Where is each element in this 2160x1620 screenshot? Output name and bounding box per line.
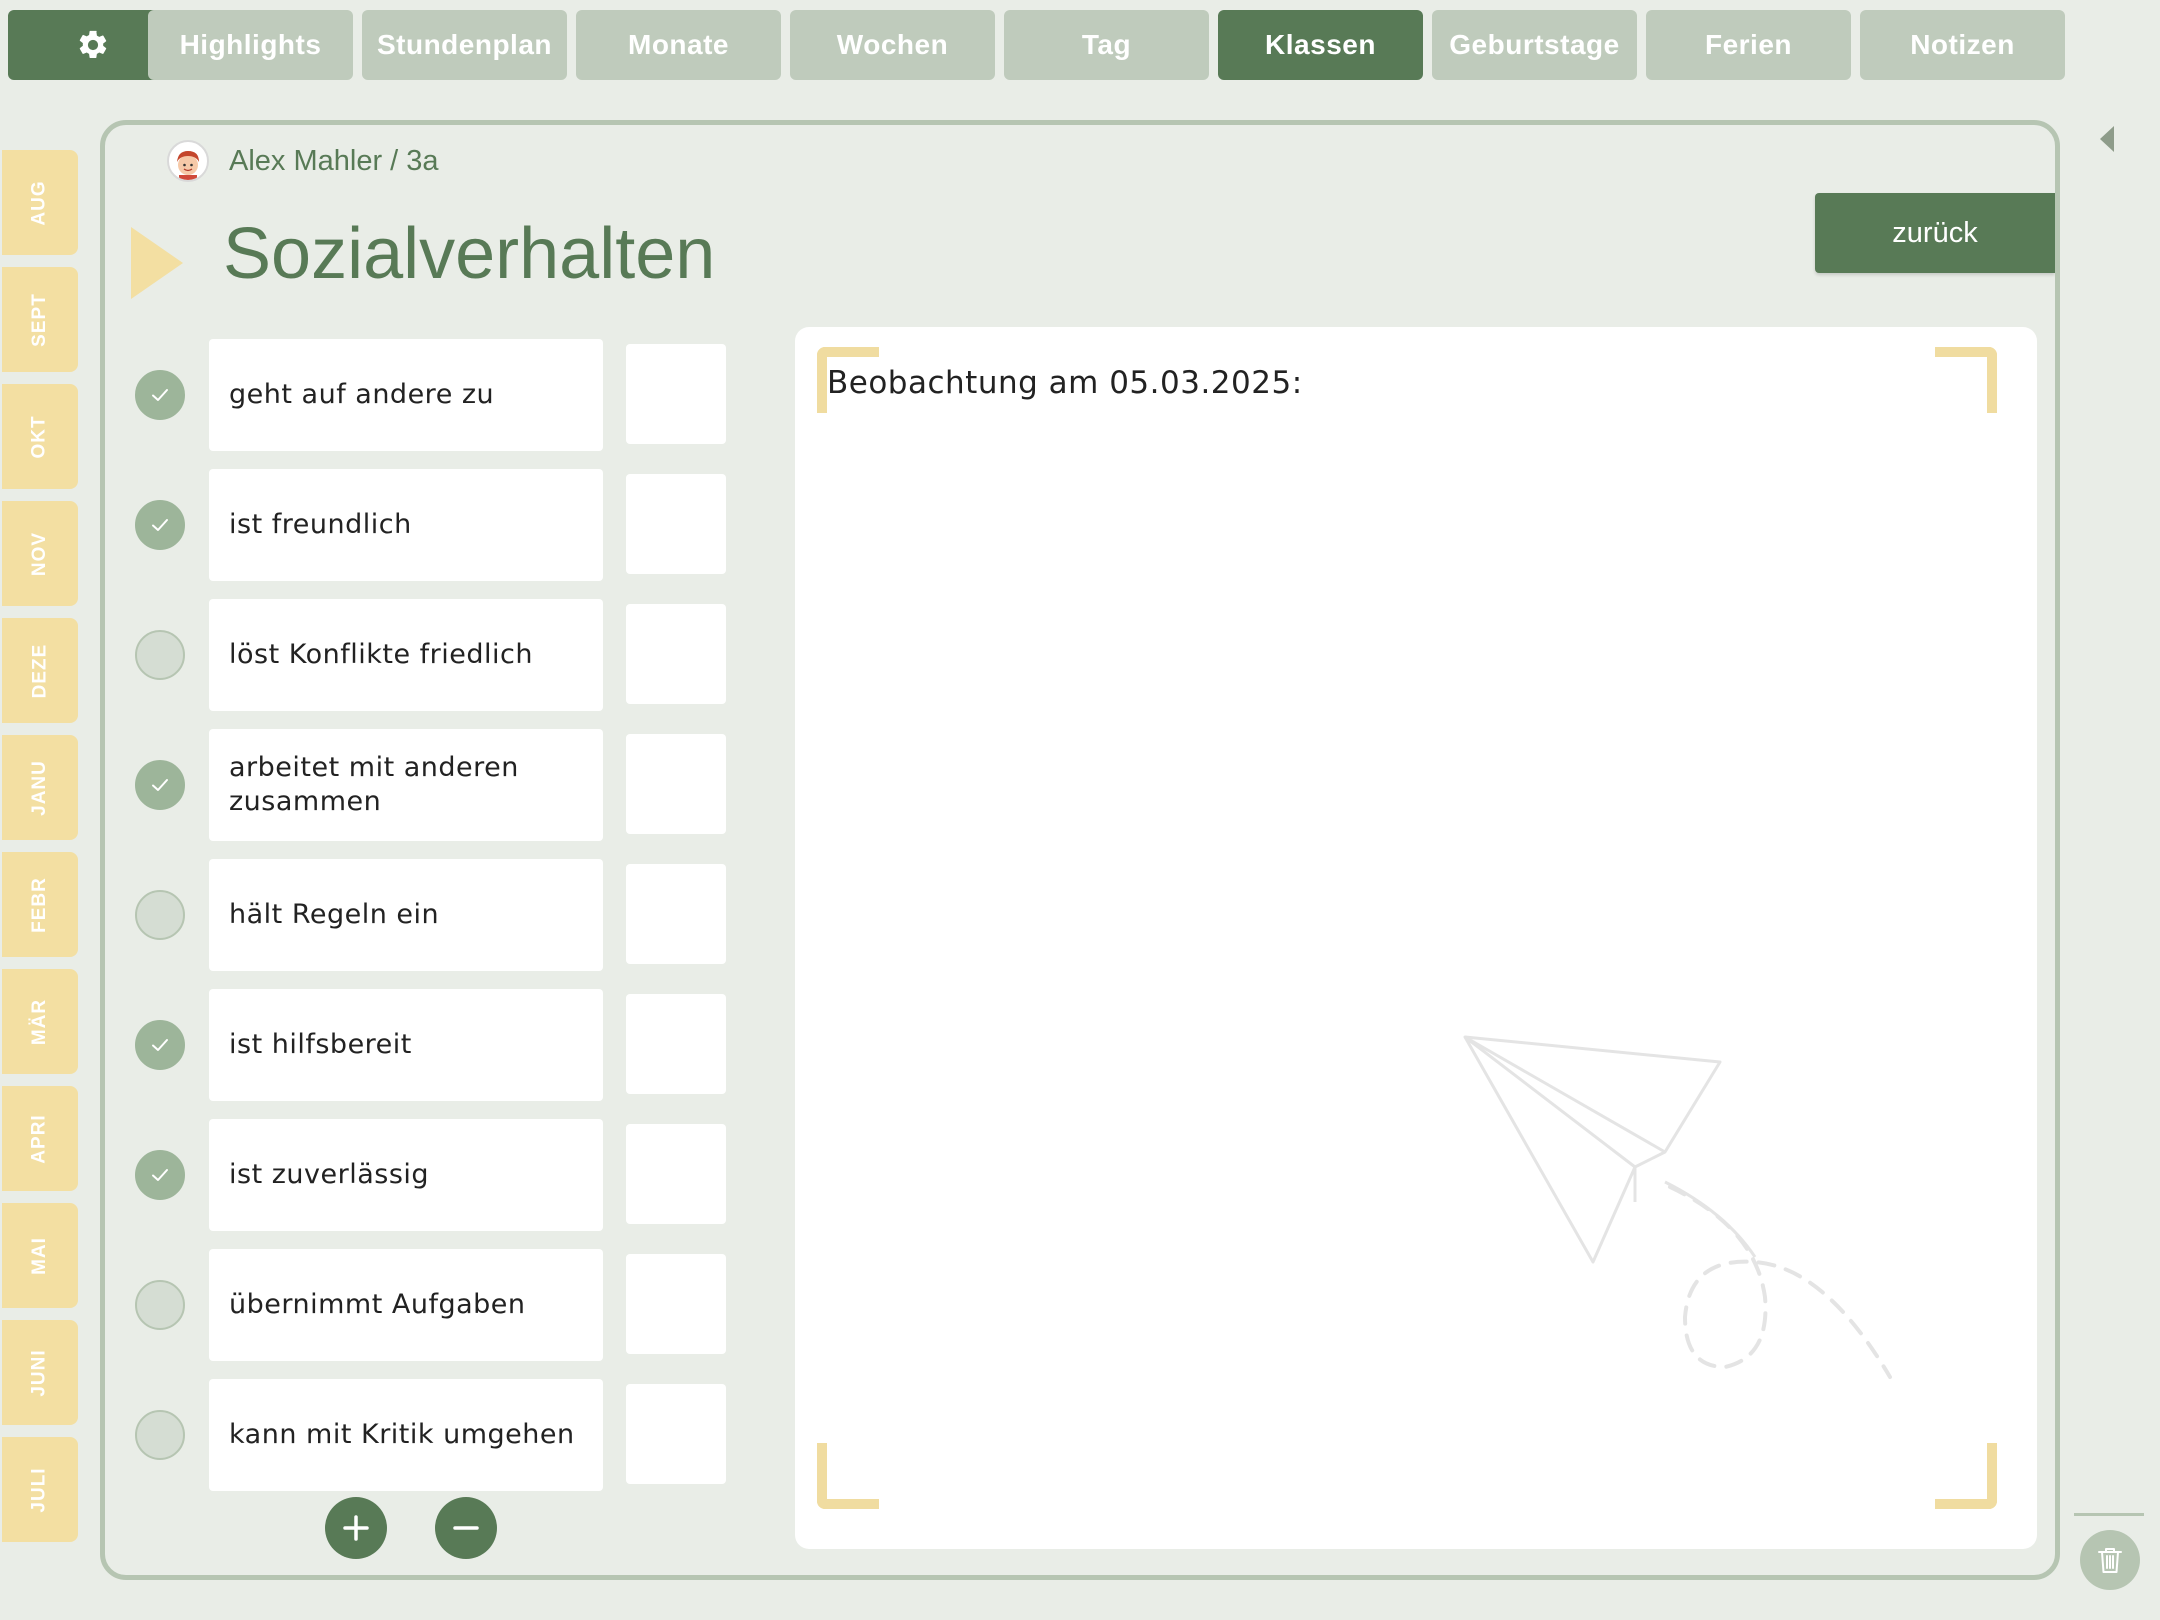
criteria-checkbox[interactable] [135, 890, 185, 940]
criteria-label[interactable]: arbeitet mit anderen zusammen [209, 729, 603, 841]
month-label: AUG [28, 179, 50, 226]
criteria-row: hält Regeln ein [105, 859, 726, 971]
collapse-left-icon[interactable] [2100, 126, 2114, 152]
criteria-checkbox[interactable] [135, 1020, 185, 1070]
criteria-row: kann mit Kritik umgehen [105, 1379, 726, 1491]
month-tab-okt[interactable]: OKT [2, 384, 78, 489]
main-panel: Alex Mahler / 3a Sozialverhalten zurück … [100, 120, 2060, 1580]
checkmark-icon [152, 1039, 168, 1051]
criteria-score-box[interactable] [626, 994, 726, 1094]
criteria-row: übernimmt Aufgaben [105, 1249, 726, 1361]
tab-monate[interactable]: Monate [576, 10, 781, 80]
checkmark-icon [152, 1169, 168, 1181]
month-label: MAI [28, 1236, 50, 1275]
breadcrumb-text[interactable]: Alex Mahler / 3a [229, 145, 439, 178]
criteria-label[interactable]: hält Regeln ein [209, 859, 603, 971]
criteria-score-box[interactable] [626, 344, 726, 444]
criteria-row: ist zuverlässig [105, 1119, 726, 1231]
month-label: JANU [28, 759, 50, 816]
back-button[interactable]: zurück [1815, 193, 2055, 273]
trash-icon [2098, 1548, 2122, 1573]
frame-corner [1935, 347, 1997, 413]
criteria-checkbox[interactable] [135, 500, 185, 550]
month-label: APRI [29, 1113, 50, 1164]
tab-wochen[interactable]: Wochen [790, 10, 995, 80]
paper-plane-icon [1463, 1035, 1892, 1379]
trash-button[interactable] [2080, 1530, 2140, 1590]
student-avatar[interactable] [167, 140, 209, 182]
month-tab-aug[interactable]: AUG [2, 150, 78, 255]
criteria-checkbox[interactable] [135, 760, 185, 810]
add-criteria-button[interactable] [325, 1497, 387, 1559]
criteria-score-box[interactable] [626, 734, 726, 834]
criteria-label[interactable]: geht auf andere zu [209, 339, 603, 451]
month-tab-deze[interactable]: DEZE [2, 618, 78, 723]
month-label: NOV [29, 531, 50, 576]
tab-highlights[interactable]: Highlights [148, 10, 353, 80]
month-tab-maer[interactable]: MÄR [2, 969, 78, 1074]
criteria-label[interactable]: löst Konflikte friedlich [209, 599, 603, 711]
criteria-checkbox[interactable] [135, 630, 185, 680]
criteria-score-box[interactable] [626, 1384, 726, 1484]
month-label: JULI [29, 1466, 50, 1513]
criteria-label[interactable]: ist hilfsbereit [209, 989, 603, 1101]
top-tab-bar: Highlights Stundenplan Monate Wochen Tag… [8, 10, 2068, 80]
tab-klassen[interactable]: Klassen [1218, 10, 1423, 80]
criteria-label[interactable]: ist zuverlässig [209, 1119, 603, 1231]
frame-corner [1935, 1443, 1997, 1509]
criteria-checkbox[interactable] [135, 1410, 185, 1460]
criteria-checkbox[interactable] [135, 1280, 185, 1330]
breadcrumb: Alex Mahler / 3a [167, 139, 439, 183]
criteria-score-box[interactable] [626, 474, 726, 574]
criteria-row: löst Konflikte friedlich [105, 599, 726, 711]
tab-ferien[interactable]: Ferien [1646, 10, 1851, 80]
frame-corner [817, 1443, 879, 1509]
gear-icon [79, 30, 107, 59]
month-label: MÄR [29, 998, 50, 1045]
criteria-label[interactable]: kann mit Kritik umgehen [209, 1379, 603, 1491]
month-label: JUNI [28, 1348, 50, 1397]
tab-geburtstage[interactable]: Geburtstage [1432, 10, 1637, 80]
criteria-checkbox[interactable] [135, 370, 185, 420]
month-label: OKT [28, 414, 50, 459]
month-tab-mai[interactable]: MAI [2, 1203, 78, 1308]
checkmark-icon [152, 389, 168, 401]
criteria-label[interactable]: ist freundlich [209, 469, 603, 581]
month-tab-janu[interactable]: JANU [2, 735, 78, 840]
month-tab-nov[interactable]: NOV [2, 501, 78, 606]
month-label: SEPT [29, 292, 50, 347]
plus-icon [343, 1515, 369, 1541]
criteria-checkbox[interactable] [135, 1150, 185, 1200]
tab-stundenplan[interactable]: Stundenplan [362, 10, 567, 80]
tab-tag[interactable]: Tag [1004, 10, 1209, 80]
criteria-label[interactable]: übernimmt Aufgaben [209, 1249, 603, 1361]
criteria-row: arbeitet mit anderen zusammen [105, 729, 726, 841]
tab-notizen[interactable]: Notizen [1860, 10, 2065, 80]
notes-area[interactable]: Beobachtung am 05.03.2025: [795, 327, 2037, 1549]
criteria-row: ist hilfsbereit [105, 989, 726, 1101]
checkmark-icon [152, 779, 168, 791]
page-title: Sozialverhalten [223, 214, 716, 294]
criteria-score-box[interactable] [626, 604, 726, 704]
month-label: DEZE [29, 643, 50, 698]
avatar-icon [177, 151, 199, 180]
checkmark-icon [152, 519, 168, 531]
criteria-score-box[interactable] [626, 1124, 726, 1224]
month-tab-febr[interactable]: FEBR [2, 852, 78, 957]
criteria-score-box[interactable] [626, 1254, 726, 1354]
month-label: FEBR [28, 876, 50, 933]
notes-text[interactable]: Beobachtung am 05.03.2025: [827, 365, 1303, 401]
minus-icon [453, 1526, 479, 1530]
criteria-row: ist freundlich [105, 469, 726, 581]
divider [2074, 1513, 2144, 1516]
month-tab-sept[interactable]: SEPT [2, 267, 78, 372]
criteria-score-box[interactable] [626, 864, 726, 964]
play-triangle-icon [131, 227, 183, 299]
month-tab-juni[interactable]: JUNI [2, 1320, 78, 1425]
criteria-row: geht auf andere zu [105, 339, 726, 451]
month-tab-juli[interactable]: JULI [2, 1437, 78, 1542]
month-tab-apri[interactable]: APRI [2, 1086, 78, 1191]
remove-criteria-button[interactable] [435, 1497, 497, 1559]
